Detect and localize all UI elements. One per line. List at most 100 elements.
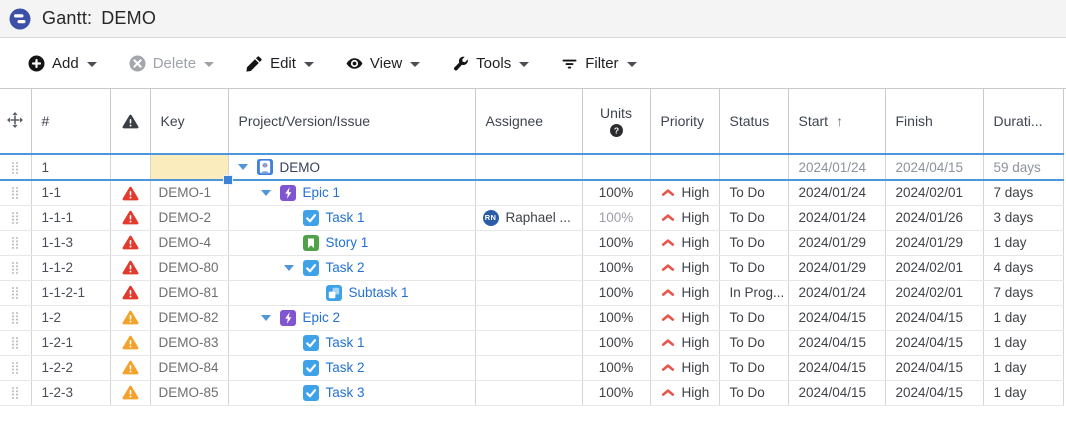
column-header-start[interactable]: Start↑ bbox=[788, 89, 885, 154]
cell-issue[interactable]: Task 1 bbox=[228, 330, 475, 355]
cell-priority[interactable]: High bbox=[650, 380, 719, 405]
cell-assignee[interactable] bbox=[475, 330, 582, 355]
cell-finish[interactable]: 2024/04/15 bbox=[885, 330, 983, 355]
cell-finish[interactable]: 2024/02/01 bbox=[885, 280, 983, 305]
cell-assignee[interactable] bbox=[475, 305, 582, 330]
cell-duration[interactable]: 7 days bbox=[983, 180, 1063, 205]
cell-units[interactable]: 100% bbox=[582, 305, 650, 330]
cell-duration[interactable]: 1 day bbox=[983, 380, 1063, 405]
cell-start[interactable]: 2024/01/24 bbox=[788, 180, 885, 205]
cell-status[interactable]: To Do bbox=[719, 380, 788, 405]
cell-status[interactable] bbox=[719, 154, 788, 180]
cell-number[interactable]: 1-2 bbox=[31, 305, 110, 330]
view-button[interactable]: View bbox=[332, 49, 434, 78]
cell-priority[interactable]: High bbox=[650, 180, 719, 205]
cell-key[interactable]: DEMO-85 bbox=[150, 380, 228, 405]
cell-warning[interactable] bbox=[110, 154, 150, 180]
cell-finish[interactable]: 2024/04/15 bbox=[885, 380, 983, 405]
cell-finish[interactable]: 2024/01/26 bbox=[885, 205, 983, 230]
cell-finish[interactable]: 2024/02/01 bbox=[885, 255, 983, 280]
cell-warning[interactable] bbox=[110, 355, 150, 380]
cell-start[interactable]: 2024/01/24 bbox=[788, 205, 885, 230]
cell-units[interactable]: 100% bbox=[582, 230, 650, 255]
row-drag-handle[interactable] bbox=[0, 255, 31, 280]
cell-units[interactable]: 100% bbox=[582, 205, 650, 230]
row-drag-handle[interactable] bbox=[0, 305, 31, 330]
issue-link[interactable]: Subtask 1 bbox=[349, 285, 409, 300]
cell-assignee[interactable] bbox=[475, 280, 582, 305]
cell-number[interactable]: 1-1 bbox=[31, 180, 110, 205]
column-header-num[interactable]: # bbox=[31, 89, 110, 154]
cell-start[interactable]: 2024/01/24 bbox=[788, 280, 885, 305]
cell-status[interactable]: To Do bbox=[719, 230, 788, 255]
cell-key[interactable]: DEMO-2 bbox=[150, 205, 228, 230]
cell-units[interactable]: 100% bbox=[582, 255, 650, 280]
cell-status[interactable]: To Do bbox=[719, 355, 788, 380]
cell-finish[interactable]: 2024/02/01 bbox=[885, 180, 983, 205]
cell-warning[interactable] bbox=[110, 230, 150, 255]
cell-assignee[interactable] bbox=[475, 255, 582, 280]
edit-button[interactable]: Edit bbox=[232, 49, 328, 78]
issue-link[interactable]: Story 1 bbox=[326, 235, 369, 250]
column-header-key[interactable]: Key bbox=[150, 89, 228, 154]
cell-duration[interactable]: 1 day bbox=[983, 330, 1063, 355]
column-header-assignee[interactable]: Assignee bbox=[475, 89, 582, 154]
cell-key[interactable] bbox=[150, 154, 228, 180]
cell-number[interactable]: 1-2-1 bbox=[31, 330, 110, 355]
row-drag-handle[interactable] bbox=[0, 355, 31, 380]
cell-issue[interactable]: Epic 1 bbox=[228, 180, 475, 205]
cell-duration[interactable]: 1 day bbox=[983, 305, 1063, 330]
cell-assignee[interactable]: RN Raphael ... bbox=[475, 205, 582, 230]
issue-link[interactable]: DEMO bbox=[280, 160, 321, 175]
cell-status[interactable]: To Do bbox=[719, 330, 788, 355]
cell-priority[interactable]: High bbox=[650, 205, 719, 230]
cell-warning[interactable] bbox=[110, 380, 150, 405]
cell-key[interactable]: DEMO-84 bbox=[150, 355, 228, 380]
cell-status[interactable]: In Prog... bbox=[719, 280, 788, 305]
cell-warning[interactable] bbox=[110, 305, 150, 330]
cell-duration[interactable]: 1 day bbox=[983, 355, 1063, 380]
cell-key[interactable]: DEMO-4 bbox=[150, 230, 228, 255]
row-drag-handle[interactable] bbox=[0, 380, 31, 405]
cell-status[interactable]: To Do bbox=[719, 255, 788, 280]
delete-button[interactable]: Delete bbox=[115, 49, 228, 78]
cell-number[interactable]: 1-1-2 bbox=[31, 255, 110, 280]
cell-key[interactable]: DEMO-1 bbox=[150, 180, 228, 205]
cell-selection-handle[interactable] bbox=[223, 175, 233, 185]
cell-finish[interactable]: 2024/04/15 bbox=[885, 305, 983, 330]
filter-button[interactable]: Filter bbox=[547, 49, 650, 78]
row-drag-handle[interactable] bbox=[0, 180, 31, 205]
cell-assignee[interactable] bbox=[475, 355, 582, 380]
cell-number[interactable]: 1-1-1 bbox=[31, 205, 110, 230]
row-drag-handle[interactable] bbox=[0, 280, 31, 305]
cell-warning[interactable] bbox=[110, 255, 150, 280]
cell-issue[interactable]: Story 1 bbox=[228, 230, 475, 255]
cell-duration[interactable]: 59 days bbox=[983, 154, 1063, 180]
cell-priority[interactable]: High bbox=[650, 230, 719, 255]
column-header-issue[interactable]: Project/Version/Issue bbox=[228, 89, 475, 154]
column-header-finish[interactable]: Finish bbox=[885, 89, 983, 154]
expand-arrow[interactable] bbox=[238, 164, 248, 170]
column-header-duration[interactable]: Durati... bbox=[983, 89, 1063, 154]
cell-priority[interactable]: High bbox=[650, 330, 719, 355]
cell-priority[interactable] bbox=[650, 154, 719, 180]
issue-link[interactable]: Task 1 bbox=[326, 335, 365, 350]
cell-units[interactable]: 100% bbox=[582, 355, 650, 380]
cell-priority[interactable]: High bbox=[650, 255, 719, 280]
cell-finish[interactable]: 2024/04/15 bbox=[885, 355, 983, 380]
cell-warning[interactable] bbox=[110, 330, 150, 355]
cell-warning[interactable] bbox=[110, 205, 150, 230]
issue-link[interactable]: Task 2 bbox=[326, 260, 365, 275]
cell-issue[interactable]: Task 1 bbox=[228, 205, 475, 230]
cell-units[interactable]: 100% bbox=[582, 180, 650, 205]
cell-finish[interactable]: 2024/01/29 bbox=[885, 230, 983, 255]
cell-duration[interactable]: 3 days bbox=[983, 205, 1063, 230]
cell-key[interactable]: DEMO-81 bbox=[150, 280, 228, 305]
cell-issue[interactable]: Task 2 bbox=[228, 355, 475, 380]
row-drag-handle[interactable] bbox=[0, 230, 31, 255]
cell-status[interactable]: To Do bbox=[719, 305, 788, 330]
cell-units[interactable]: 100% bbox=[582, 380, 650, 405]
cell-start[interactable]: 2024/04/15 bbox=[788, 380, 885, 405]
expand-arrow[interactable] bbox=[261, 315, 271, 321]
cell-finish[interactable]: 2024/04/15 bbox=[885, 154, 983, 180]
